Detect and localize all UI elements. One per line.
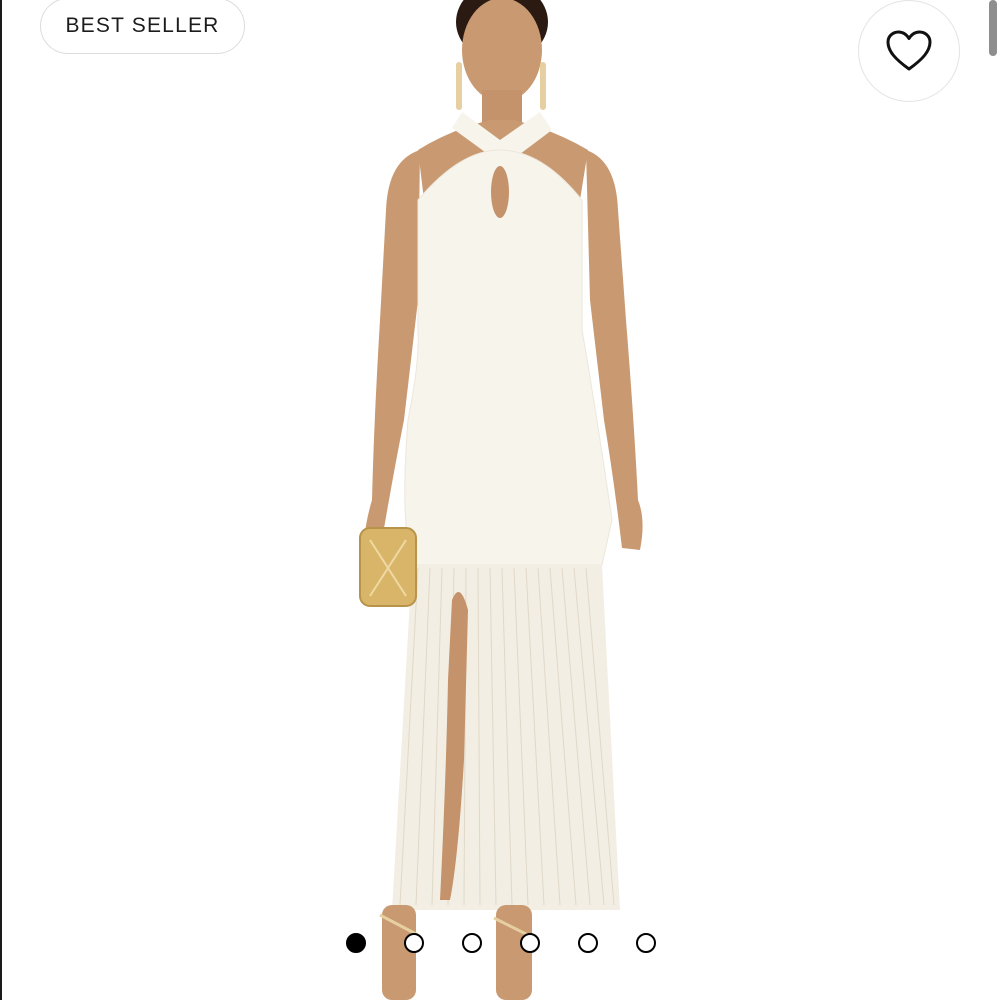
scrollbar[interactable] [986, 0, 1000, 1000]
carousel-dot[interactable] [578, 933, 598, 953]
carousel-dot[interactable] [404, 933, 424, 953]
carousel-dot[interactable] [346, 933, 366, 953]
carousel-dot[interactable] [462, 933, 482, 953]
favorite-button[interactable] [858, 0, 960, 102]
carousel-pagination [344, 932, 656, 954]
dress-body [404, 149, 613, 566]
left-border [0, 0, 2, 1000]
product-photo[interactable] [300, 0, 700, 1000]
model-face [462, 0, 542, 102]
best-seller-badge: BEST SELLER [40, 0, 245, 54]
carousel-dot[interactable] [520, 933, 540, 953]
dress-keyhole [491, 166, 509, 218]
heart-outline-icon [886, 30, 932, 71]
earring-right [540, 62, 546, 110]
carousel-dot[interactable] [636, 933, 656, 953]
model-neck [482, 90, 522, 124]
scrollbar-thumb[interactable] [989, 0, 997, 56]
product-gallery: BEST SELLER [0, 0, 1000, 1000]
earring-left [456, 62, 462, 110]
